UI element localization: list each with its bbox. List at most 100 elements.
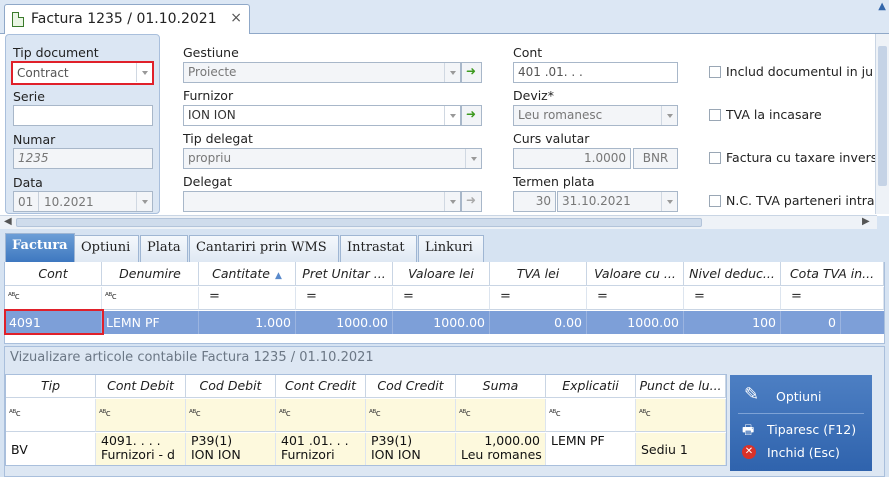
termen-plata-days[interactable]: 30 [513, 191, 556, 212]
cell-nivel-deduc[interactable]: 100 [684, 311, 781, 334]
filter-equals-icon[interactable]: = [587, 287, 684, 310]
gestiune-select[interactable]: Proiecte [183, 62, 461, 83]
cantitate-header-text: Cantitate [212, 266, 270, 281]
furnizor-go-button[interactable] [461, 105, 482, 126]
filter-text-icon[interactable]: ᴬᴮc [96, 399, 186, 432]
deviz-select[interactable]: Leu romanesc [513, 105, 678, 126]
column-header-cod-credit[interactable]: Cod Credit [366, 375, 456, 398]
termen-plata-date[interactable]: 31.10.2021 [557, 191, 678, 212]
tip-document-select[interactable]: Contract [11, 61, 154, 85]
column-header-denumire[interactable]: Denumire [102, 262, 199, 286]
furnizor-select[interactable]: ION ION [183, 105, 461, 126]
cell-denumire[interactable]: LEMN PF [102, 311, 199, 334]
tip-delegat-select[interactable]: propriu [183, 148, 482, 169]
filter-text-icon[interactable]: ᴬᴮc [6, 399, 96, 432]
tva-incasare-checkbox[interactable] [709, 109, 721, 121]
tab-cantariri[interactable]: Cantariri prin WMS [189, 235, 339, 262]
tab-plata[interactable]: Plata [140, 235, 188, 262]
delegat-go-button[interactable] [461, 191, 482, 212]
cell-punct[interactable]: Sediu 1 [636, 433, 726, 465]
furnizor-value: ION ION [188, 108, 236, 122]
column-header-suma[interactable]: Suma [456, 375, 546, 398]
chevron-down-icon[interactable] [444, 63, 460, 82]
column-header-cont-credit[interactable]: Cont Credit [276, 375, 366, 398]
tab-factura[interactable]: Factura [5, 233, 75, 262]
tip-delegat-label: Tip delegat [183, 131, 253, 146]
close-tab-icon[interactable]: × [230, 10, 242, 26]
cont-input[interactable]: 401 .01. . . [513, 62, 678, 83]
numar-input[interactable]: 1235 [13, 148, 153, 169]
delegat-select[interactable] [183, 191, 461, 212]
column-header-cod-debit[interactable]: Cod Debit [186, 375, 276, 398]
filter-equals-icon[interactable]: = [781, 287, 884, 310]
chevron-down-icon[interactable] [661, 106, 677, 125]
curs-valutar-input[interactable]: 1.0000 [513, 148, 631, 169]
filter-text-icon[interactable]: ᴬᴮc [546, 399, 636, 432]
cell-suma[interactable]: 1,000.00 Leu romanes [456, 433, 546, 465]
column-header-valoare-lei[interactable]: Valoare lei [393, 262, 490, 286]
tip-document-value: Contract [17, 66, 69, 80]
column-header-tip[interactable]: Tip [6, 375, 96, 398]
printer-icon: 🖶 [742, 423, 755, 438]
cell-pret-unitar[interactable]: 1000.00 [296, 311, 393, 334]
column-header-explicatii[interactable]: Explicatii [546, 375, 636, 398]
filter-text-icon[interactable]: ᴬᴮc [5, 287, 102, 310]
gestiune-value: Proiecte [188, 65, 237, 79]
data-date-picker[interactable]: 01 10.2021 [13, 191, 153, 212]
cell-explicatii[interactable]: LEMN PF [546, 433, 636, 465]
nc-tva-checkbox[interactable] [709, 195, 721, 207]
chevron-down-icon[interactable] [136, 192, 152, 211]
cell-tva-lei[interactable]: 0.00 [490, 311, 587, 334]
filter-equals-icon[interactable]: = [296, 287, 393, 310]
column-header-cantitate[interactable]: Cantitate ▲ [199, 262, 296, 286]
filter-equals-icon[interactable]: = [393, 287, 490, 310]
tab-intrastat[interactable]: Intrastat [340, 235, 417, 262]
suma-line1: 1,000.00 [484, 433, 540, 448]
tab-linkuri[interactable]: Linkuri [418, 235, 484, 262]
optiuni-button[interactable]: Optiuni [776, 389, 821, 404]
scroll-up-arrow-icon[interactable]: ▲ [878, 1, 886, 12]
chevron-down-icon[interactable] [661, 192, 677, 211]
filter-equals-icon[interactable]: = [490, 287, 587, 310]
chevron-down-icon[interactable] [465, 149, 481, 168]
column-header-punct[interactable]: Punct de lu... [636, 375, 726, 398]
chevron-down-icon[interactable] [136, 63, 152, 82]
filter-equals-icon[interactable]: = [684, 287, 781, 310]
column-header-cont-debit[interactable]: Cont Debit [96, 375, 186, 398]
tiparesc-button[interactable]: Tiparesc (F12) [767, 422, 856, 437]
filter-text-icon[interactable]: ᴬᴮc [456, 399, 546, 432]
cell-cota-tva[interactable]: 0 [781, 311, 841, 334]
tab-optiuni[interactable]: Optiuni [74, 235, 139, 262]
chevron-down-icon[interactable] [444, 192, 460, 211]
cell-cont-credit[interactable]: 401 .01. . . Furnizori [276, 433, 366, 465]
chevron-down-icon[interactable] [444, 106, 460, 125]
cell-valoare-lei[interactable]: 1000.00 [393, 311, 490, 334]
gestiune-go-button[interactable] [461, 62, 482, 83]
form-vertical-scrollbar[interactable] [875, 34, 889, 214]
filter-text-icon[interactable]: ᴬᴮc [276, 399, 366, 432]
filter-text-icon[interactable]: ᴬᴮc [366, 399, 456, 432]
inchid-button[interactable]: Inchid (Esc) [767, 445, 840, 460]
column-header-cota-tva[interactable]: Cota TVA in... [781, 262, 884, 286]
column-header-valoare-cu[interactable]: Valoare cu ... [587, 262, 684, 286]
column-header-pret-unitar[interactable]: Pret Unitar ... [296, 262, 393, 286]
filter-text-icon[interactable]: ᴬᴮc [636, 399, 726, 432]
filter-text-icon[interactable]: ᴬᴮc [102, 287, 199, 310]
document-tab[interactable]: Factura 1235 / 01.10.2021 × [4, 4, 250, 34]
column-header-cont[interactable]: Cont [5, 262, 102, 286]
column-header-tva-lei[interactable]: TVA lei [490, 262, 587, 286]
cell-cont-debit[interactable]: 4091. . . . Furnizori - d [96, 433, 186, 465]
cell-cod-credit[interactable]: P39(1) ION ION [366, 433, 456, 465]
column-header-nivel-deduc[interactable]: Nivel deduc... [684, 262, 781, 286]
filter-text-icon[interactable]: ᴬᴮc [186, 399, 276, 432]
bnr-button[interactable]: BNR [633, 148, 678, 169]
cell-valoare-cu[interactable]: 1000.00 [587, 311, 684, 334]
cell-tip[interactable]: BV [6, 433, 96, 465]
include-document-checkbox[interactable] [709, 66, 721, 78]
filter-equals-icon[interactable]: = [199, 287, 296, 310]
cell-cod-debit[interactable]: P39(1) ION ION [186, 433, 276, 465]
serie-input[interactable] [13, 105, 153, 126]
form-horizontal-scrollbar[interactable]: ◀ ▶ [0, 215, 877, 229]
taxare-inversa-checkbox[interactable] [709, 152, 721, 164]
cell-cantitate[interactable]: 1.000 [199, 311, 296, 334]
